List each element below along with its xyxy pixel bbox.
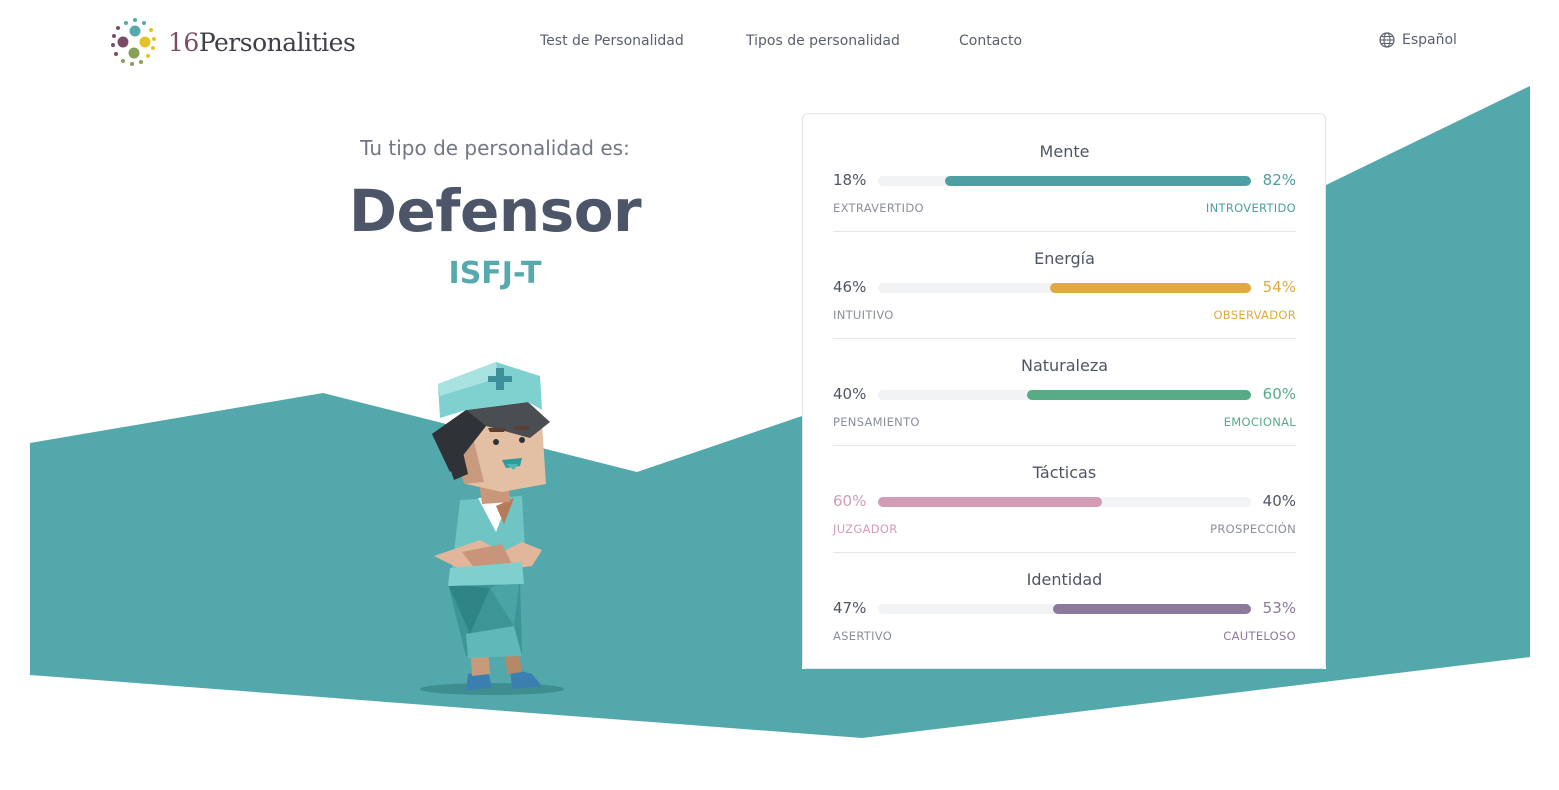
trait-row[interactable]: Naturaleza 40% 60% PENSAMIENTO EMOCIONAL xyxy=(833,328,1296,446)
trait-left-label: EXTRAVERTIDO xyxy=(833,201,924,215)
trait-name: Mente xyxy=(1039,142,1090,161)
trait-bar-track xyxy=(878,604,1251,614)
trait-right-percent: 82% xyxy=(1262,171,1296,189)
traits-card: Mente 18% 82% EXTRAVERTIDO INTROVERTIDO Energ… xyxy=(802,113,1326,669)
trait-bar-fill xyxy=(1053,604,1251,614)
trait-bar-fill xyxy=(878,497,1102,507)
trait-bar-track xyxy=(878,497,1251,507)
trait-left-label: JUZGADOR xyxy=(833,522,898,536)
trait-right-percent: 54% xyxy=(1262,278,1296,296)
trait-name: Tácticas xyxy=(1032,463,1097,482)
trait-right-percent: 60% xyxy=(1262,385,1296,403)
result-subtitle: Tu tipo de personalidad es: xyxy=(360,136,630,160)
globe-icon xyxy=(1379,32,1395,48)
trait-left-percent: 60% xyxy=(833,492,867,510)
trait-row[interactable]: Tácticas 60% 40% JUZGADOR PROSPECCIÓN xyxy=(833,435,1296,553)
trait-row[interactable]: Mente 18% 82% EXTRAVERTIDO INTROVERTIDO xyxy=(833,114,1296,232)
trait-name: Energía xyxy=(1034,249,1095,268)
trait-row[interactable]: Energía 46% 54% INTUITIVO OBSERVADOR xyxy=(833,221,1296,339)
trait-right-label: OBSERVADOR xyxy=(1213,308,1296,322)
main-nav: Test de Personalidad Tipos de personalid… xyxy=(0,33,1559,51)
trait-row[interactable]: Identidad 47% 53% ASERTIVO CAUTELOSO xyxy=(833,542,1296,649)
trait-left-label: INTUITIVO xyxy=(833,308,894,322)
language-selector[interactable]: Español xyxy=(1379,32,1457,48)
trait-bar-track xyxy=(878,390,1251,400)
nav-personality-types[interactable]: Tipos de personalidad xyxy=(746,33,900,49)
personality-type-code: ISFJ-T xyxy=(448,255,542,291)
trait-bar-fill xyxy=(1027,390,1251,400)
trait-left-percent: 46% xyxy=(833,278,867,296)
trait-right-label: INTROVERTIDO xyxy=(1205,201,1296,215)
trait-right-label: PROSPECCIÓN xyxy=(1210,522,1296,536)
trait-left-percent: 40% xyxy=(833,385,867,403)
trait-left-percent: 18% xyxy=(833,171,867,189)
result-hero: Tu tipo de personalidad es: Defensor ISF… xyxy=(290,130,700,291)
trait-bar-fill xyxy=(945,176,1251,186)
trait-right-percent: 40% xyxy=(1262,492,1296,510)
personality-type-name: Defensor xyxy=(348,177,642,245)
trait-right-percent: 53% xyxy=(1262,599,1296,617)
trait-right-label: CAUTELOSO xyxy=(1223,629,1296,643)
trait-bar-track xyxy=(878,176,1251,186)
trait-bar-fill xyxy=(1050,283,1251,293)
defender-character-illustration xyxy=(420,362,564,695)
site-header: 16Personalities Test de Personalidad Tip… xyxy=(0,0,1559,84)
trait-name: Naturaleza xyxy=(1020,356,1109,375)
trait-left-label: PENSAMIENTO xyxy=(833,415,920,429)
trait-left-label: ASERTIVO xyxy=(833,629,893,643)
language-label: Español xyxy=(1402,32,1457,48)
trait-name: Identidad xyxy=(1026,570,1103,589)
trait-bar-track xyxy=(878,283,1251,293)
nav-personality-test[interactable]: Test de Personalidad xyxy=(540,33,684,49)
trait-right-label: EMOCIONAL xyxy=(1223,415,1296,429)
trait-left-percent: 47% xyxy=(833,599,867,617)
nav-contact[interactable]: Contacto xyxy=(959,33,1022,49)
